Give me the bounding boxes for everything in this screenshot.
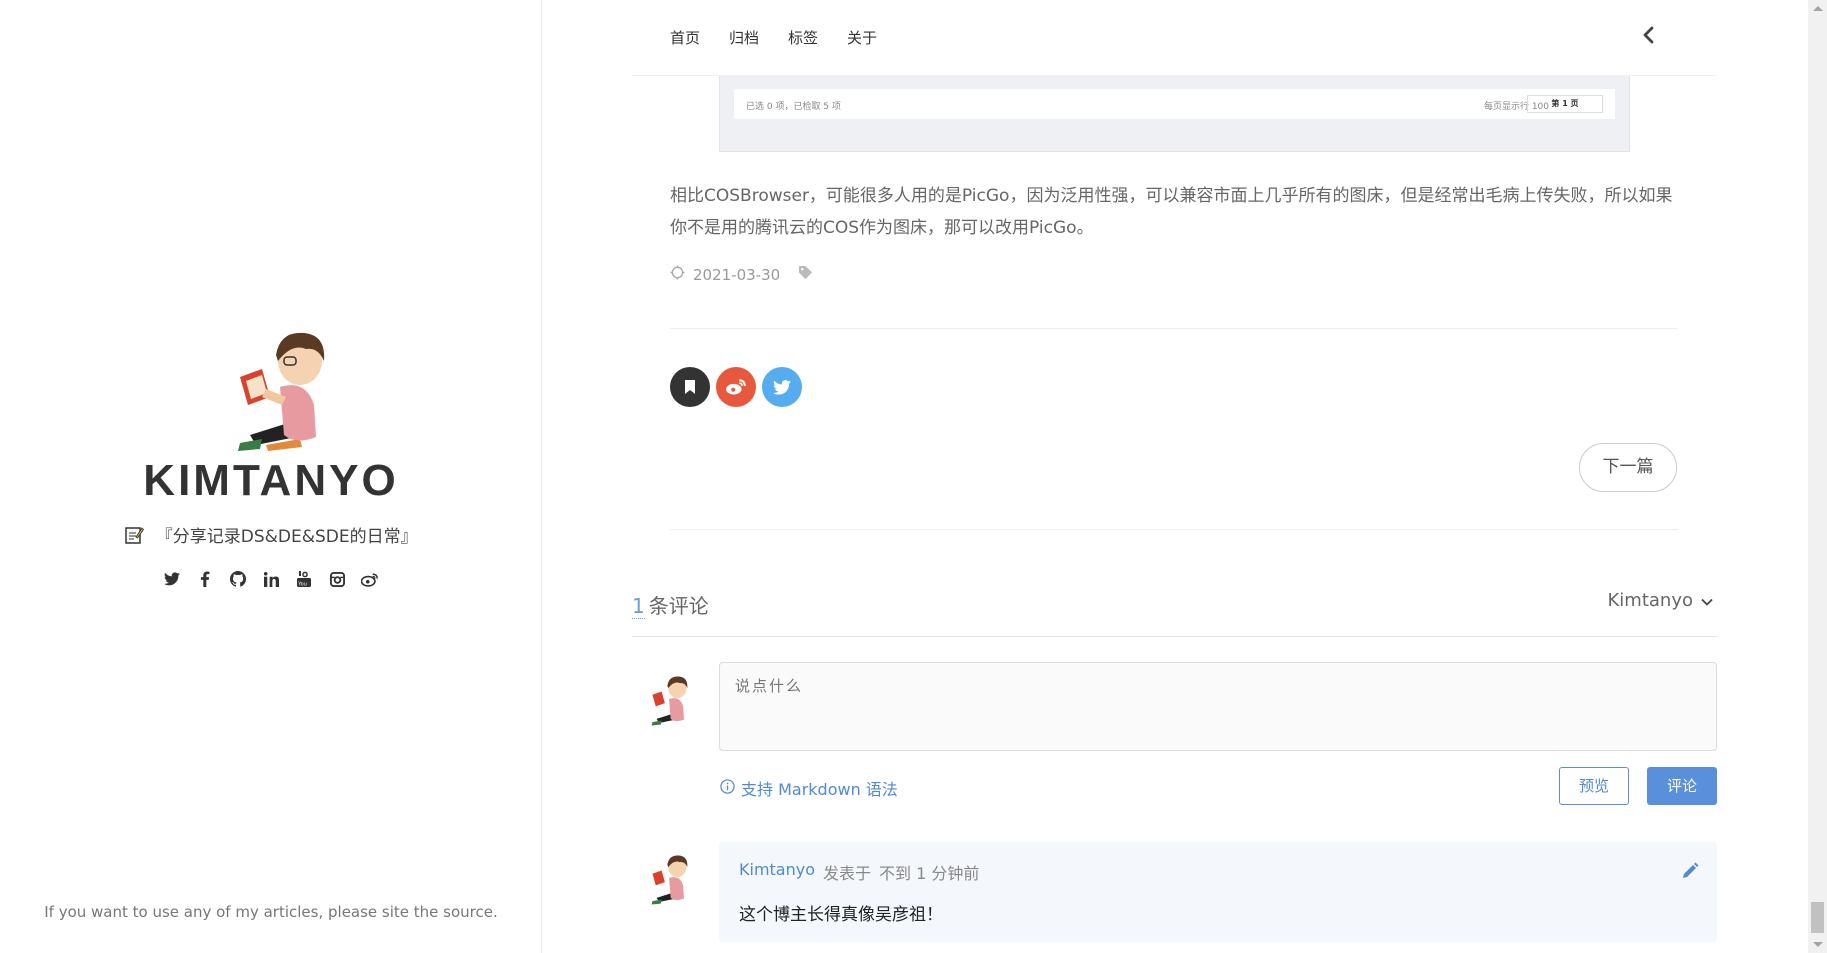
article-paragraph: 相比COSBrowser，可能很多人用的是PicGo，因为泛用性强，可以兼容市面… [670, 186, 1673, 238]
image-selection-text: 已选 0 项，已检取 5 项 [746, 102, 841, 112]
comment-time: 不到 1 分钟前 [879, 864, 980, 883]
comment-count-number: 1 [632, 594, 645, 619]
social-links: You [0, 570, 542, 588]
github-icon[interactable] [229, 570, 247, 588]
page-scrollbar[interactable] [1808, 0, 1827, 953]
nav-item-archive[interactable]: 归档 [729, 27, 759, 48]
current-user-menu[interactable]: Kimtanyo [1608, 590, 1714, 611]
avatar[interactable] [210, 327, 345, 457]
nav-item-home[interactable]: 首页 [670, 27, 700, 48]
comment-body: 这个博主长得真像吴彦祖！ [739, 905, 943, 925]
weibo-icon[interactable] [361, 570, 379, 588]
twitter-icon[interactable] [163, 570, 181, 588]
comment-count-label: 条评论 [648, 594, 709, 618]
site-tagline: 『分享记录DS&DE&SDE的日常』 [0, 522, 542, 550]
post-meta: 2021-03-30 [670, 265, 813, 284]
divider [670, 328, 1678, 329]
nav-item-about[interactable]: 关于 [847, 27, 877, 48]
tagline-text: 『分享记录DS&DE&SDE的日常』 [155, 527, 418, 547]
image-page-label: 第 1 页 [1527, 95, 1603, 113]
markdown-hint-text: 支持 Markdown 语法 [741, 780, 898, 799]
calendar-icon [670, 265, 685, 284]
comment-header: Kimtanyo 发表于 不到 1 分钟前 [739, 860, 979, 884]
nav-links: 首页 归档 标签 关于 [670, 27, 877, 48]
post-date: 2021-03-30 [693, 265, 781, 284]
top-navigation: 首页 归档 标签 关于 [632, 0, 1717, 76]
info-icon [720, 778, 735, 798]
memo-icon [124, 525, 145, 550]
scrollbar-thumb[interactable] [1811, 902, 1824, 933]
twitter-share-icon[interactable] [762, 367, 802, 407]
divider [670, 529, 1678, 530]
comment-editor [719, 662, 1717, 751]
comment-input[interactable] [720, 663, 1716, 750]
chevron-down-icon [1701, 590, 1713, 611]
chevron-left-icon[interactable] [1639, 25, 1659, 45]
footer-note: If you want to use any of my articles, p… [44, 903, 498, 921]
nav-item-tags[interactable]: 标签 [788, 27, 818, 48]
comment-posted-label: 发表于 [823, 864, 872, 883]
markdown-hint-link[interactable]: 支持 Markdown 语法 [720, 776, 898, 800]
scroll-up-icon[interactable] [1813, 6, 1823, 11]
scroll-down-icon[interactable] [1813, 942, 1823, 947]
current-user-name: Kimtanyo [1607, 590, 1694, 611]
comments-header: 1 条评论 Kimtanyo [632, 588, 1717, 637]
pencil-icon[interactable] [1681, 862, 1699, 880]
weibo-share-icon[interactable] [716, 367, 756, 407]
article-image-toolbar: 已选 0 项，已检取 5 项 每页显示行 100 第 1 页 [734, 89, 1615, 119]
preview-button[interactable]: 预览 [1559, 767, 1629, 805]
site-title[interactable]: KIMTANYO [0, 456, 542, 506]
comment-count: 1 条评论 [632, 590, 709, 619]
comment-author[interactable]: Kimtanyo [739, 860, 815, 884]
avatar[interactable] [640, 673, 696, 729]
sidebar: KIMTANYO 『分享记录DS&DE&SDE的日常』 You If you w… [0, 0, 542, 953]
youtube-icon[interactable]: You [295, 570, 313, 588]
submit-comment-button[interactable]: 评论 [1647, 767, 1717, 805]
comment-item: Kimtanyo 发表于 不到 1 分钟前 这个博主长得真像吴彦祖！ [719, 842, 1717, 942]
facebook-icon[interactable] [196, 570, 214, 588]
next-post-button[interactable]: 下一篇 [1579, 443, 1677, 492]
article-image: 已选 0 项，已检取 5 项 每页显示行 100 第 1 页 [719, 76, 1630, 152]
svg-text:You: You [297, 581, 307, 587]
linkedin-icon[interactable] [262, 570, 280, 588]
tag-icon[interactable] [798, 265, 813, 284]
avatar[interactable] [640, 852, 696, 908]
instagram-icon[interactable] [328, 570, 346, 588]
bookmark-icon[interactable] [670, 367, 710, 407]
share-buttons [670, 367, 802, 407]
